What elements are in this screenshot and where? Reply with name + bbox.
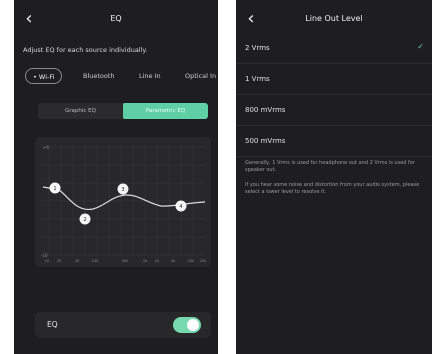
x-label-10k: 10k — [188, 259, 195, 263]
eq-point-1-label: 1 — [53, 186, 56, 192]
eq-toggle-label: EQ — [47, 320, 58, 329]
line-out-level-screen: ‹ Line Out Level 2 Vrms ✓ 1 Vrms 800 mVr… — [236, 0, 432, 354]
y-label-top: +6 — [43, 145, 49, 150]
eq-point-4[interactable]: 4 — [175, 200, 187, 212]
y-label-bottom: -10 — [41, 253, 48, 258]
eq-point-3[interactable]: 3 — [117, 183, 129, 195]
eq-point-3-label: 3 — [121, 187, 124, 193]
x-label-4k: 4k — [171, 259, 176, 263]
x-label-10: 10 — [45, 259, 49, 263]
eq-toggle-row: EQ — [35, 312, 211, 338]
x-label-20k: 20k — [200, 259, 207, 263]
page-title: EQ — [110, 14, 122, 23]
tab-wifi[interactable]: • Wi-Fi — [25, 68, 63, 84]
tab-parametric-eq[interactable]: Parametric EQ — [123, 103, 208, 119]
eq-toggle-switch[interactable] — [173, 317, 201, 333]
option-1-vrms[interactable]: 1 Vrms — [236, 64, 432, 95]
eq-mode-toggle: Graphic EQ Parametric EQ — [38, 103, 208, 119]
x-label-400: 400 — [122, 259, 129, 263]
x-label-2k: 2k — [155, 259, 160, 263]
option-2-vrms[interactable]: 2 Vrms ✓ — [236, 33, 432, 64]
eq-subtitle: Adjust EQ for each source individually. — [23, 46, 148, 54]
x-label-100: 100 — [92, 259, 99, 263]
option-label: 2 Vrms — [245, 44, 270, 52]
option-800-mvrms[interactable]: 800 mVrms — [236, 95, 432, 126]
x-label-30: 30 — [75, 259, 79, 263]
option-label: 500 mVrms — [245, 137, 286, 145]
eq-graph-svg: +6 -10 1 2 3 4 10 20 30 100 400 1k 2k 4k… — [41, 145, 207, 263]
x-label-20: 20 — [57, 259, 61, 263]
eq-point-2[interactable]: 2 — [79, 213, 91, 225]
eq-point-1[interactable]: 1 — [49, 182, 61, 194]
tab-line-in[interactable]: Line In — [139, 68, 161, 84]
eq-screen: ‹ EQ Adjust EQ for each source individua… — [14, 0, 218, 354]
eq-graph: +6 -10 1 2 3 4 10 20 30 100 400 1k 2k 4k… — [35, 137, 211, 267]
option-label: 800 mVrms — [245, 106, 286, 114]
toggle-knob — [187, 319, 199, 331]
eq-point-4-label: 4 — [179, 204, 182, 210]
check-icon: ✓ — [417, 42, 424, 51]
tab-bluetooth[interactable]: Bluetooth — [83, 68, 115, 84]
option-label: 1 Vrms — [245, 75, 270, 83]
x-label-1k: 1k — [143, 259, 148, 263]
eq-header: ‹ EQ — [14, 0, 218, 40]
note-distortion: If you hear some noise and distortion fr… — [245, 182, 420, 195]
page-title: Line Out Level — [305, 14, 363, 23]
tab-graphic-eq[interactable]: Graphic EQ — [38, 103, 123, 119]
tab-optical-in[interactable]: Optical In — [185, 68, 216, 84]
note-usage: Generally, 1 Vrms is used for headphone … — [245, 160, 415, 173]
eq-point-2-label: 2 — [83, 217, 86, 223]
option-500-mvrms[interactable]: 500 mVrms — [236, 126, 432, 157]
source-tabs: • Wi-Fi Bluetooth Line In Optical In — [25, 68, 218, 84]
